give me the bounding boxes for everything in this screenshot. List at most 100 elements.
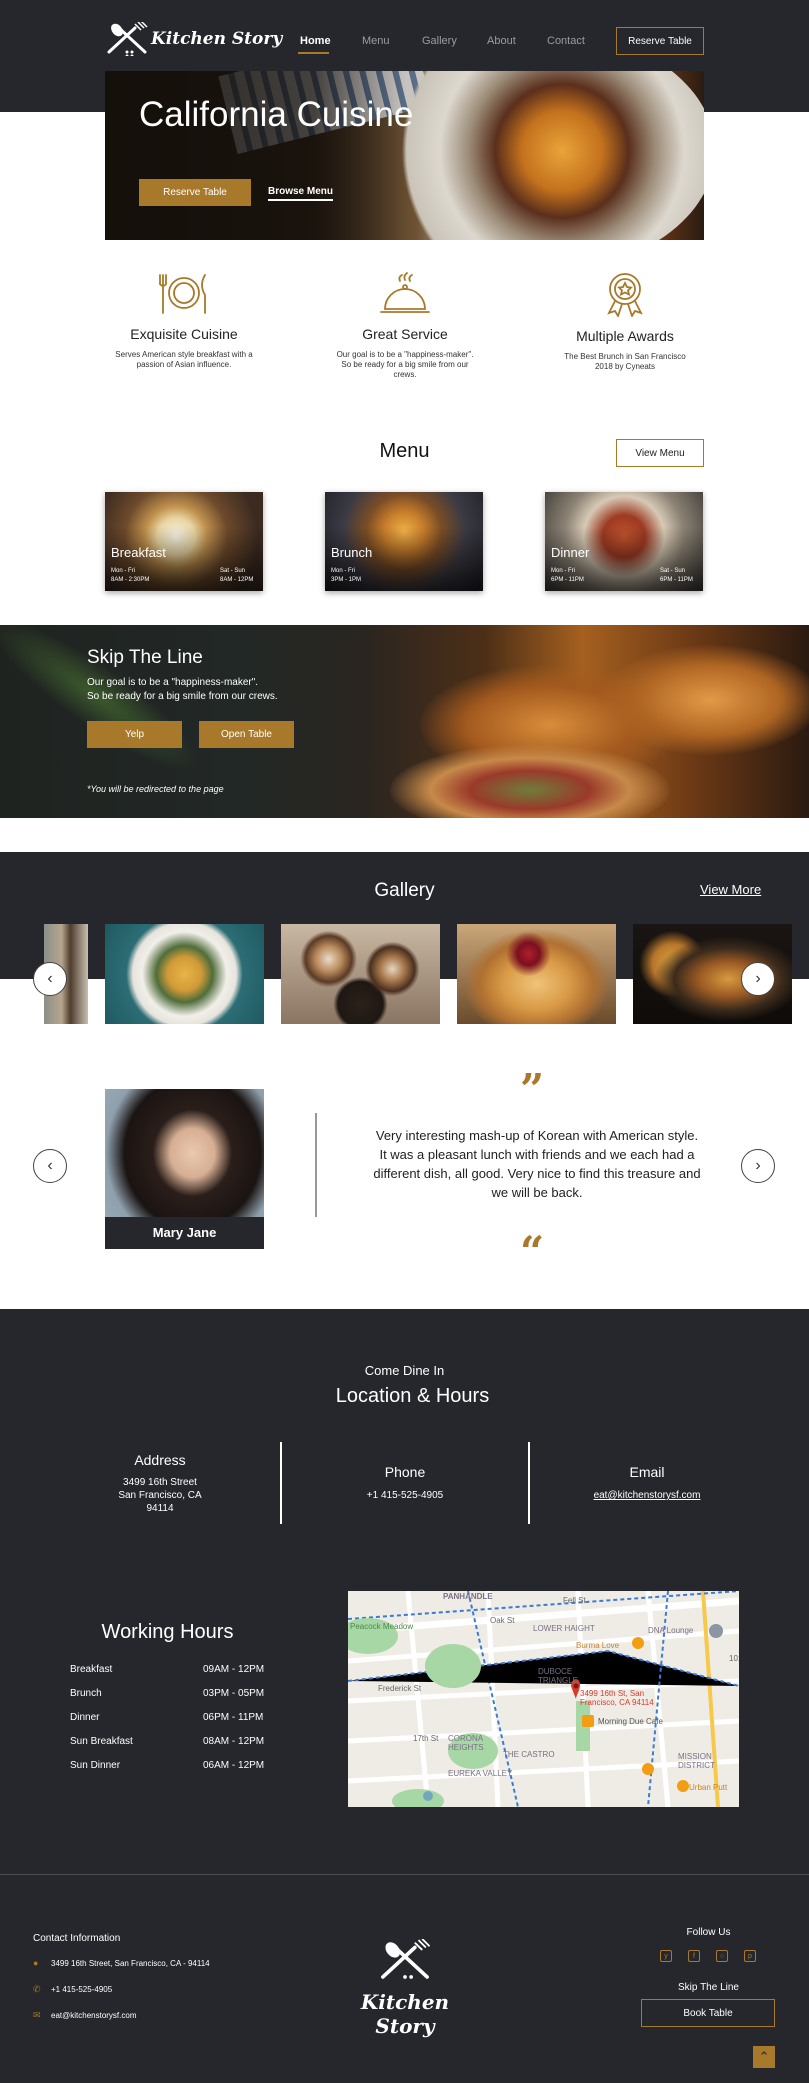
email-block: Email eat@kitchenstorysf.com bbox=[567, 1464, 727, 1501]
facebook-icon[interactable]: f bbox=[688, 1950, 700, 1962]
nav-about[interactable]: About bbox=[487, 35, 516, 47]
phone-label: Phone bbox=[384, 1464, 426, 1480]
testimonial-divider bbox=[315, 1113, 317, 1217]
yelp-button[interactable]: Yelp bbox=[87, 721, 182, 748]
cloche-icon bbox=[380, 272, 430, 313]
nav-contact[interactable]: Contact bbox=[547, 35, 585, 47]
hero-reserve-button[interactable]: Reserve Table bbox=[139, 179, 251, 206]
menu-card-title: Dinner bbox=[551, 545, 590, 560]
svg-text:TRIANGLE: TRIANGLE bbox=[538, 1676, 578, 1685]
gallery-prev-button[interactable]: ‹ bbox=[33, 962, 67, 996]
pinterest-icon[interactable]: p bbox=[744, 1950, 756, 1962]
nav-home[interactable]: Home bbox=[300, 35, 331, 47]
follow-us-title: Follow Us bbox=[686, 1927, 731, 1938]
hours-time: 09AM - 12PM bbox=[203, 1664, 265, 1675]
email-link[interactable]: eat@kitchenstorysf.com bbox=[567, 1490, 727, 1501]
feature-awards: Multiple Awards The Best Brunch in San F… bbox=[555, 271, 695, 372]
testimonial-quote: Very interesting mash-up of Korean with … bbox=[373, 1128, 701, 1200]
svg-text:PANHANDLE: PANHANDLE bbox=[443, 1592, 493, 1601]
gallery-image[interactable] bbox=[281, 924, 440, 1024]
svg-text:LOWER HAIGHT: LOWER HAIGHT bbox=[533, 1624, 595, 1633]
nav-menu[interactable]: Menu bbox=[362, 35, 390, 47]
phone-block: Phone +1 415-525-4905 bbox=[325, 1464, 485, 1501]
location-section: Come Dine In Location & Hours Address 34… bbox=[0, 1309, 809, 1874]
svg-text:17th St: 17th St bbox=[413, 1734, 439, 1743]
scroll-to-top-button[interactable]: ⌃ bbox=[753, 2046, 775, 2068]
testimonial-next-button[interactable]: › bbox=[741, 1149, 775, 1183]
gallery-image[interactable] bbox=[457, 924, 616, 1024]
view-menu-button[interactable]: View Menu bbox=[616, 439, 704, 467]
reviewer-name: Mary Jane bbox=[105, 1217, 264, 1249]
menu-card-time: 8AM - 12PM bbox=[220, 577, 254, 583]
gallery-next-button[interactable]: › bbox=[741, 962, 775, 996]
email-label: Email bbox=[629, 1464, 665, 1480]
brand-logo[interactable]: Kitchen Story bbox=[105, 22, 282, 56]
menu-card-days: Mon - Fri bbox=[331, 568, 355, 574]
location-map[interactable]: PANHANDLE Fell St Oak St Peacock Meadow … bbox=[348, 1591, 739, 1807]
address-line-3: 94114 bbox=[146, 1503, 174, 1514]
phone-value[interactable]: +1 415-525-4905 bbox=[325, 1490, 485, 1501]
site-footer: Contact Information ● 3499 16th Street, … bbox=[0, 1874, 809, 2083]
yelp-icon[interactable]: y bbox=[660, 1950, 672, 1962]
location-subtitle: Come Dine In bbox=[364, 1363, 445, 1378]
hours-name: Dinner bbox=[70, 1712, 100, 1723]
svg-text:Peacock Meadow: Peacock Meadow bbox=[350, 1622, 413, 1631]
menu-card-time: 6PM - 11PM bbox=[551, 577, 584, 583]
feature-cuisine: Exquisite Cuisine Serves American style … bbox=[114, 271, 254, 370]
menu-card-days: Mon - Fri bbox=[111, 568, 135, 574]
menu-card-time: 8AM - 2:30PM bbox=[111, 577, 150, 583]
svg-text:DUBOCE: DUBOCE bbox=[538, 1667, 572, 1676]
crossed-utensils-icon bbox=[107, 22, 148, 56]
plate-cutlery-icon bbox=[159, 274, 206, 314]
svg-text:DNA Lounge: DNA Lounge bbox=[648, 1626, 694, 1635]
svg-text:EUREKA VALLEY: EUREKA VALLEY bbox=[448, 1769, 513, 1778]
open-table-button[interactable]: Open Table bbox=[199, 721, 294, 748]
contact-info-title: Contact Information bbox=[33, 1933, 121, 1944]
brand-name: Kitchen Story bbox=[151, 29, 283, 49]
svg-text:Burma Love: Burma Love bbox=[576, 1641, 620, 1650]
feature-service: Great Service Our goal is to be a "happi… bbox=[335, 271, 475, 380]
envelope-icon: ✉ bbox=[33, 2010, 41, 2020]
hours-name: Breakfast bbox=[70, 1664, 113, 1675]
hero-food-image bbox=[375, 71, 704, 240]
chevron-right-icon: › bbox=[755, 1157, 761, 1174]
location-pin-icon: ● bbox=[33, 1958, 39, 1968]
menu-card-dinner[interactable]: Dinner Mon - Fri 6PM - 11PM Sat - Sun 6P… bbox=[545, 492, 703, 591]
footer-address-text: 3499 16th Street, San Francisco, CA - 94… bbox=[51, 1958, 210, 1968]
reserve-table-button[interactable]: Reserve Table bbox=[616, 27, 704, 55]
svg-text:HEIGHTS: HEIGHTS bbox=[448, 1743, 484, 1752]
feature-title: Multiple Awards bbox=[576, 328, 674, 344]
svg-text:Oak St: Oak St bbox=[490, 1616, 515, 1625]
svg-text:Frederick St: Frederick St bbox=[378, 1684, 422, 1693]
hours-title: Working Hours bbox=[101, 1621, 234, 1643]
svg-text:Urban Putt: Urban Putt bbox=[689, 1783, 728, 1792]
feature-title: Exquisite Cuisine bbox=[130, 326, 238, 342]
menu-card-days: Sat - Sun bbox=[660, 568, 686, 574]
menu-card-brunch[interactable]: Brunch Mon - Fri 3PM - 1PM bbox=[325, 492, 483, 591]
hours-name: Sun Breakfast bbox=[70, 1736, 133, 1747]
gallery-title: Gallery bbox=[374, 880, 435, 901]
browse-menu-link[interactable]: Browse Menu bbox=[268, 186, 334, 201]
instagram-icon[interactable]: ○ bbox=[716, 1950, 728, 1962]
testimonial-prev-button[interactable]: ‹ bbox=[33, 1149, 67, 1183]
book-table-button[interactable]: Book Table bbox=[641, 1999, 775, 2027]
menu-card-title: Brunch bbox=[331, 545, 373, 560]
svg-text:CORONA: CORONA bbox=[448, 1734, 484, 1743]
nav-gallery[interactable]: Gallery bbox=[422, 35, 457, 47]
feature-text: Serves American style breakfast with a p… bbox=[115, 350, 253, 369]
gallery-image[interactable] bbox=[105, 924, 264, 1024]
location-title: Location & Hours bbox=[335, 1385, 490, 1407]
reviewer-photo: Mary Jane bbox=[105, 1089, 264, 1249]
address-line-2: San Francisco, CA bbox=[118, 1490, 202, 1501]
footer-email[interactable]: ✉ eat@kitchenstorysf.com bbox=[33, 2010, 136, 2021]
skip-title: Skip The Line bbox=[87, 647, 203, 668]
redirect-note: *You will be redirected to the page bbox=[87, 784, 224, 794]
view-more-link[interactable]: View More bbox=[700, 882, 761, 897]
hours-time: 03PM - 05PM bbox=[203, 1688, 265, 1699]
menu-card-breakfast[interactable]: Breakfast Mon - Fri 8AM - 2:30PM Sat - S… bbox=[105, 492, 263, 591]
close-quote-icon: ” bbox=[520, 1065, 545, 1114]
hours-time: 06AM - 12PM bbox=[203, 1760, 265, 1771]
footer-phone[interactable]: ✆ +1 415-525-4905 bbox=[33, 1984, 112, 1995]
svg-text:Morning Due Cafe: Morning Due Cafe bbox=[598, 1717, 663, 1726]
footer-logo[interactable]: Kitchen Story bbox=[340, 1938, 470, 2038]
